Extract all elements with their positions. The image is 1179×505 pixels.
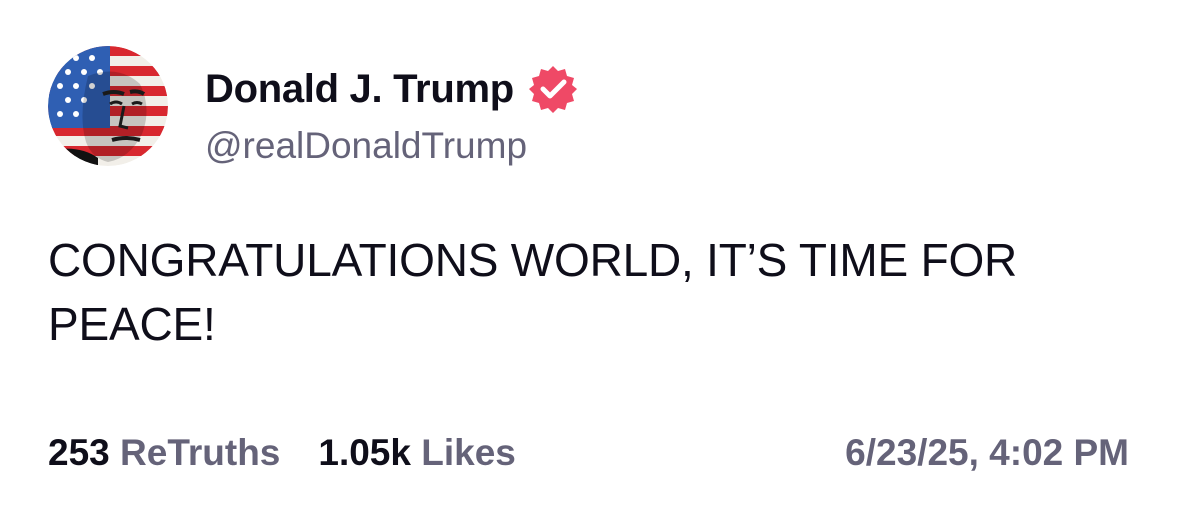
avatar[interactable]: [48, 46, 168, 166]
likes-label: Likes: [421, 432, 516, 473]
retruths-count: 253: [48, 432, 110, 473]
retruths-stat[interactable]: 253 ReTruths: [48, 430, 280, 476]
author-name-text: Donald J. Trump: [205, 67, 514, 111]
likes-stat[interactable]: 1.05k Likes: [318, 430, 516, 476]
post-stats: 253 ReTruths 1.05k Likes: [48, 430, 554, 476]
post-timestamp[interactable]: 6/23/25, 4:02 PM: [845, 430, 1129, 476]
likes-count: 1.05k: [318, 432, 411, 473]
avatar-image: [48, 46, 168, 166]
author-handle[interactable]: @realDonaldTrump: [205, 124, 527, 168]
verified-badge-icon: [528, 64, 578, 114]
author-display-name[interactable]: Donald J. Trump: [205, 64, 578, 114]
post-text: CONGRATULATIONS WORLD, IT’S TIME FOR PEA…: [48, 234, 1018, 350]
retruths-label: ReTruths: [120, 432, 281, 473]
